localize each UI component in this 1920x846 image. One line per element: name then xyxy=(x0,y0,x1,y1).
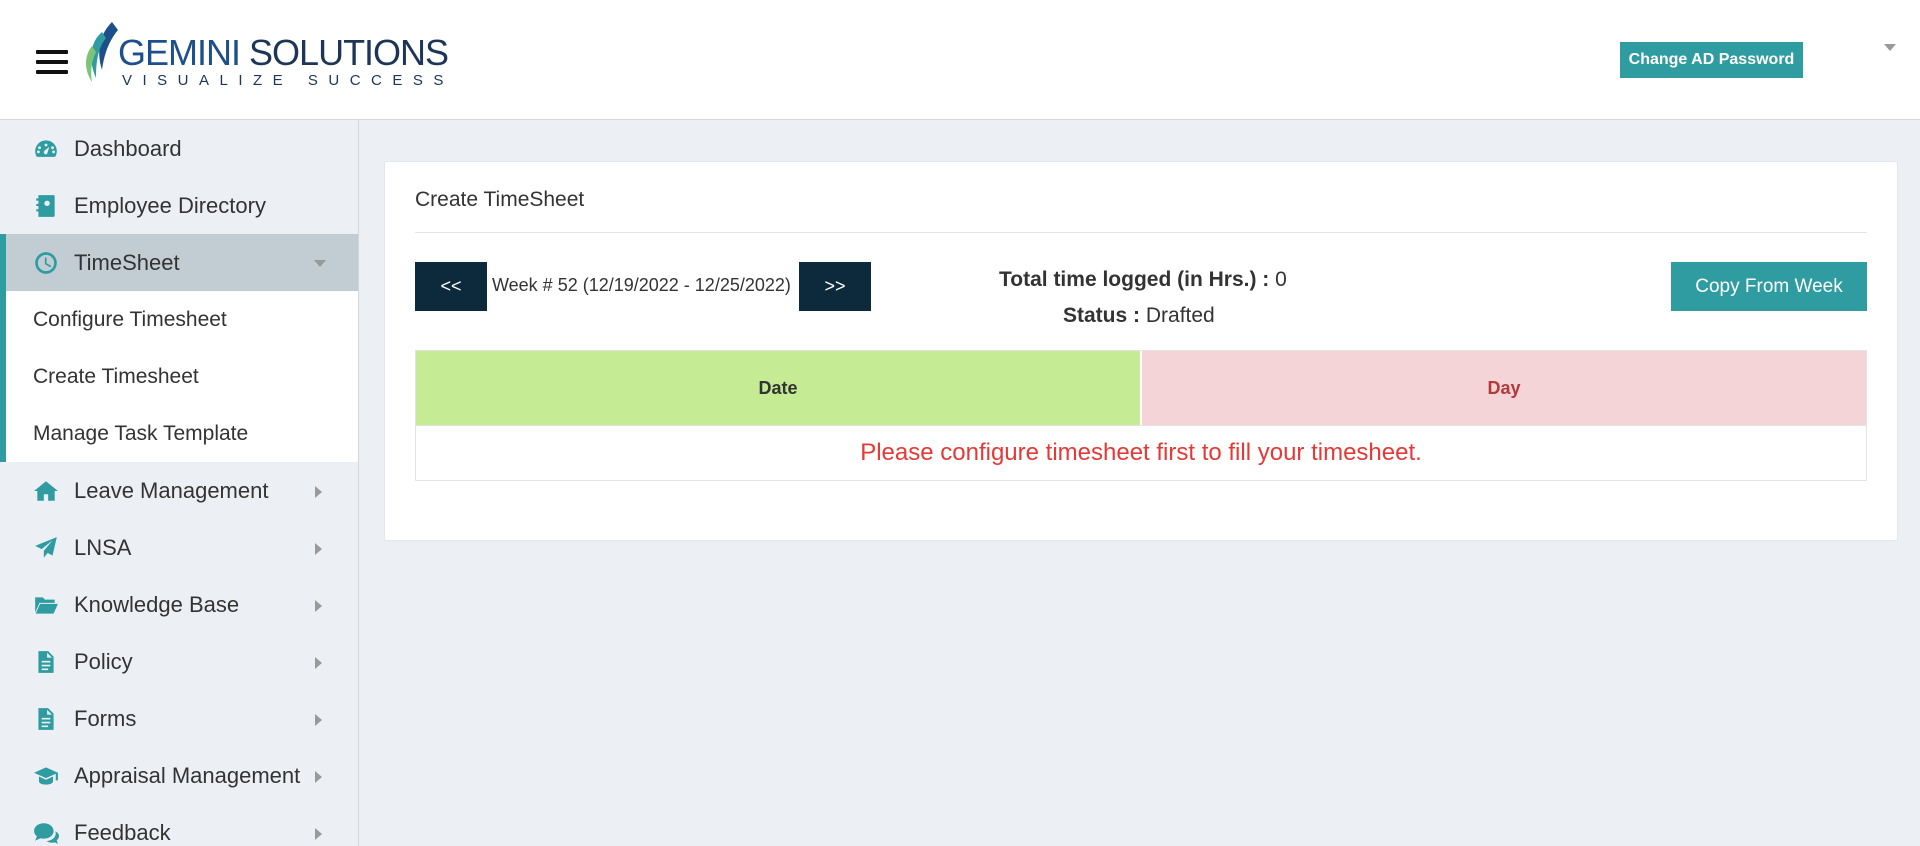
sidebar-item-feedback[interactable]: Feedback xyxy=(0,804,358,846)
sidebar-item-label: Employee Directory xyxy=(74,192,266,218)
sidebar-item-timesheet[interactable]: TimeSheet xyxy=(0,234,358,291)
timesheet-table: Date Day Please configure timesheet firs… xyxy=(415,350,1867,481)
sidebar-item-lnsa[interactable]: LNSA xyxy=(0,519,358,576)
dashboard-icon xyxy=(32,135,60,163)
copy-from-week-button[interactable]: Copy From Week xyxy=(1671,262,1867,311)
column-header-day: Day xyxy=(1142,351,1866,425)
graduation-cap-icon xyxy=(32,762,60,790)
chevron-right-icon xyxy=(315,657,322,669)
sidebar-item-label: Leave Management xyxy=(74,477,269,503)
document-icon xyxy=(32,705,60,733)
chevron-right-icon xyxy=(315,771,322,783)
week-range-label: Week # 52 (12/19/2022 - 12/25/2022) xyxy=(492,275,791,295)
logo-brand-text: GEMINI SOLUTIONS xyxy=(118,32,449,74)
folder-open-icon xyxy=(32,591,60,619)
timesheet-status: Status : Drafted xyxy=(1063,304,1215,328)
change-ad-password-button[interactable]: Change AD Password xyxy=(1620,42,1803,78)
company-logo[interactable]: GEMINI SOLUTIONS VISUALIZE SUCCESS xyxy=(82,20,449,90)
sidebar-item-employee-directory[interactable]: Employee Directory xyxy=(0,177,358,234)
create-timesheet-card: Create TimeSheet << Week # 52 (12/19/202… xyxy=(384,161,1898,541)
sidebar-item-policy[interactable]: Policy xyxy=(0,633,358,690)
next-week-button[interactable]: >> xyxy=(799,262,871,311)
table-header-row: Date Day xyxy=(415,350,1867,426)
configure-warning-message: Please configure timesheet first to fill… xyxy=(415,426,1867,481)
chevron-right-icon xyxy=(315,828,322,840)
home-icon xyxy=(32,477,60,505)
sidebar-item-label: LNSA xyxy=(74,534,132,560)
sidebar-item-label: Feedback xyxy=(74,819,171,845)
sidebar-item-label: Appraisal Management xyxy=(74,762,301,788)
chevron-right-icon xyxy=(315,714,322,726)
chevron-right-icon xyxy=(315,543,322,555)
title-divider xyxy=(415,232,1867,233)
chevron-down-icon xyxy=(314,260,326,267)
sidebar-item-forms[interactable]: Forms xyxy=(0,690,358,747)
chevron-right-icon xyxy=(315,600,322,612)
sidebar-item-label: Dashboard xyxy=(74,135,182,161)
document-icon xyxy=(32,648,60,676)
sidebar-subitem-configure-timesheet[interactable]: Configure Timesheet xyxy=(6,291,358,348)
hamburger-menu-icon[interactable] xyxy=(36,50,68,76)
previous-week-button[interactable]: << xyxy=(415,262,487,311)
total-time-value: 0 xyxy=(1275,268,1287,291)
timesheet-submenu: Configure Timesheet Create Timesheet Man… xyxy=(0,291,358,462)
sidebar-subitem-manage-task-template[interactable]: Manage Task Template xyxy=(6,405,358,462)
sidebar-item-label: Knowledge Base xyxy=(74,591,240,617)
sidebar-item-label: Forms xyxy=(74,705,137,731)
sidebar-item-appraisal-management[interactable]: Appraisal Management xyxy=(0,747,358,804)
sidebar-item-dashboard[interactable]: Dashboard xyxy=(0,120,358,177)
total-time-logged: Total time logged (in Hrs.) : 0 xyxy=(999,268,1287,292)
user-menu-caret-icon[interactable] xyxy=(1884,44,1896,51)
top-header: GEMINI SOLUTIONS VISUALIZE SUCCESS Chang… xyxy=(0,0,1920,120)
sidebar: Dashboard Employee Directory TimeSheet C… xyxy=(0,120,359,846)
sidebar-item-label: TimeSheet xyxy=(74,249,180,275)
comments-icon xyxy=(32,819,60,846)
logo-brand-primary: GEMINI xyxy=(118,32,241,73)
logo-tagline: VISUALIZE SUCCESS xyxy=(122,72,454,89)
chevron-right-icon xyxy=(315,486,322,498)
sidebar-item-leave-management[interactable]: Leave Management xyxy=(0,462,358,519)
paper-plane-icon xyxy=(32,534,60,562)
sidebar-item-label: Policy xyxy=(74,648,133,674)
address-book-icon xyxy=(32,192,60,220)
clock-icon xyxy=(32,249,60,277)
total-time-label: Total time logged (in Hrs.) : xyxy=(999,268,1270,291)
status-label: Status : xyxy=(1063,304,1141,327)
sidebar-item-knowledge-base[interactable]: Knowledge Base xyxy=(0,576,358,633)
status-value: Drafted xyxy=(1145,304,1215,327)
page-title: Create TimeSheet xyxy=(415,188,585,211)
sidebar-subitem-create-timesheet[interactable]: Create Timesheet xyxy=(6,348,358,405)
column-header-date: Date xyxy=(416,351,1142,425)
logo-brand-secondary: SOLUTIONS xyxy=(249,32,449,73)
